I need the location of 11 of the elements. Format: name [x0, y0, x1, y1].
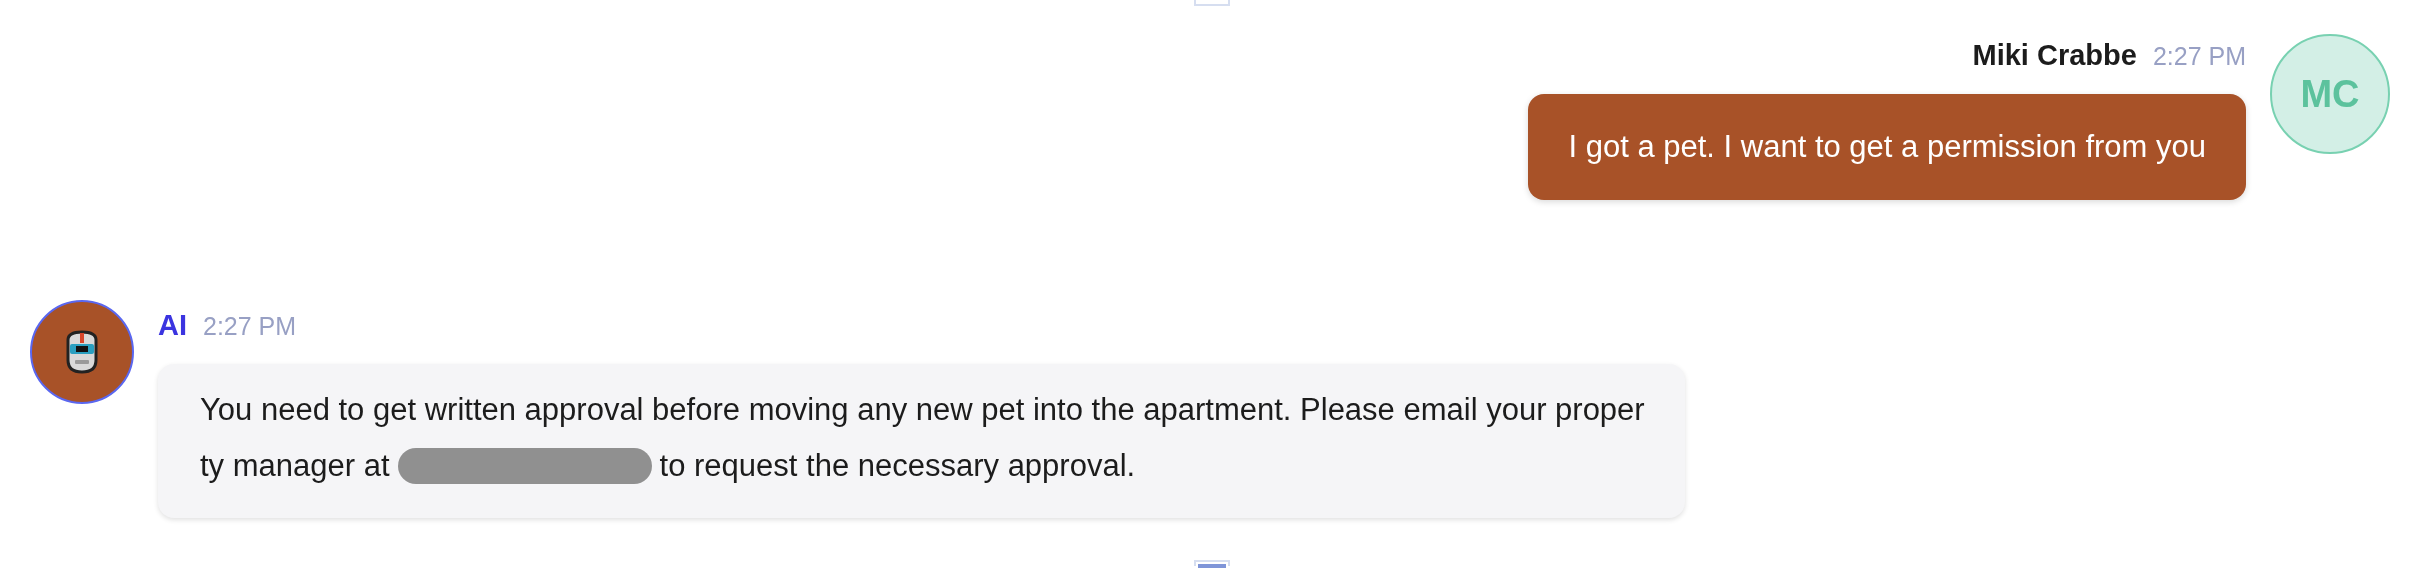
message-bubble: I got a pet. I want to get a permission from you [1528, 93, 2246, 200]
sender-name: AI [158, 308, 187, 343]
user-avatar: MC [2270, 34, 2390, 154]
scroll-marker [1194, 0, 1230, 6]
message-text: to request the necessary approval. [659, 446, 1136, 485]
message-time: 2:27 PM [203, 311, 297, 342]
message-text: You need to get written approval before moving any new pet into the apartment. Please email your proper [200, 390, 1645, 429]
scroll-marker [1194, 560, 1230, 566]
message-time: 2:27 PM [2152, 41, 2246, 72]
sender-name: Miki Crabbe [1972, 38, 2137, 73]
message-text: ty manager at [200, 446, 390, 485]
